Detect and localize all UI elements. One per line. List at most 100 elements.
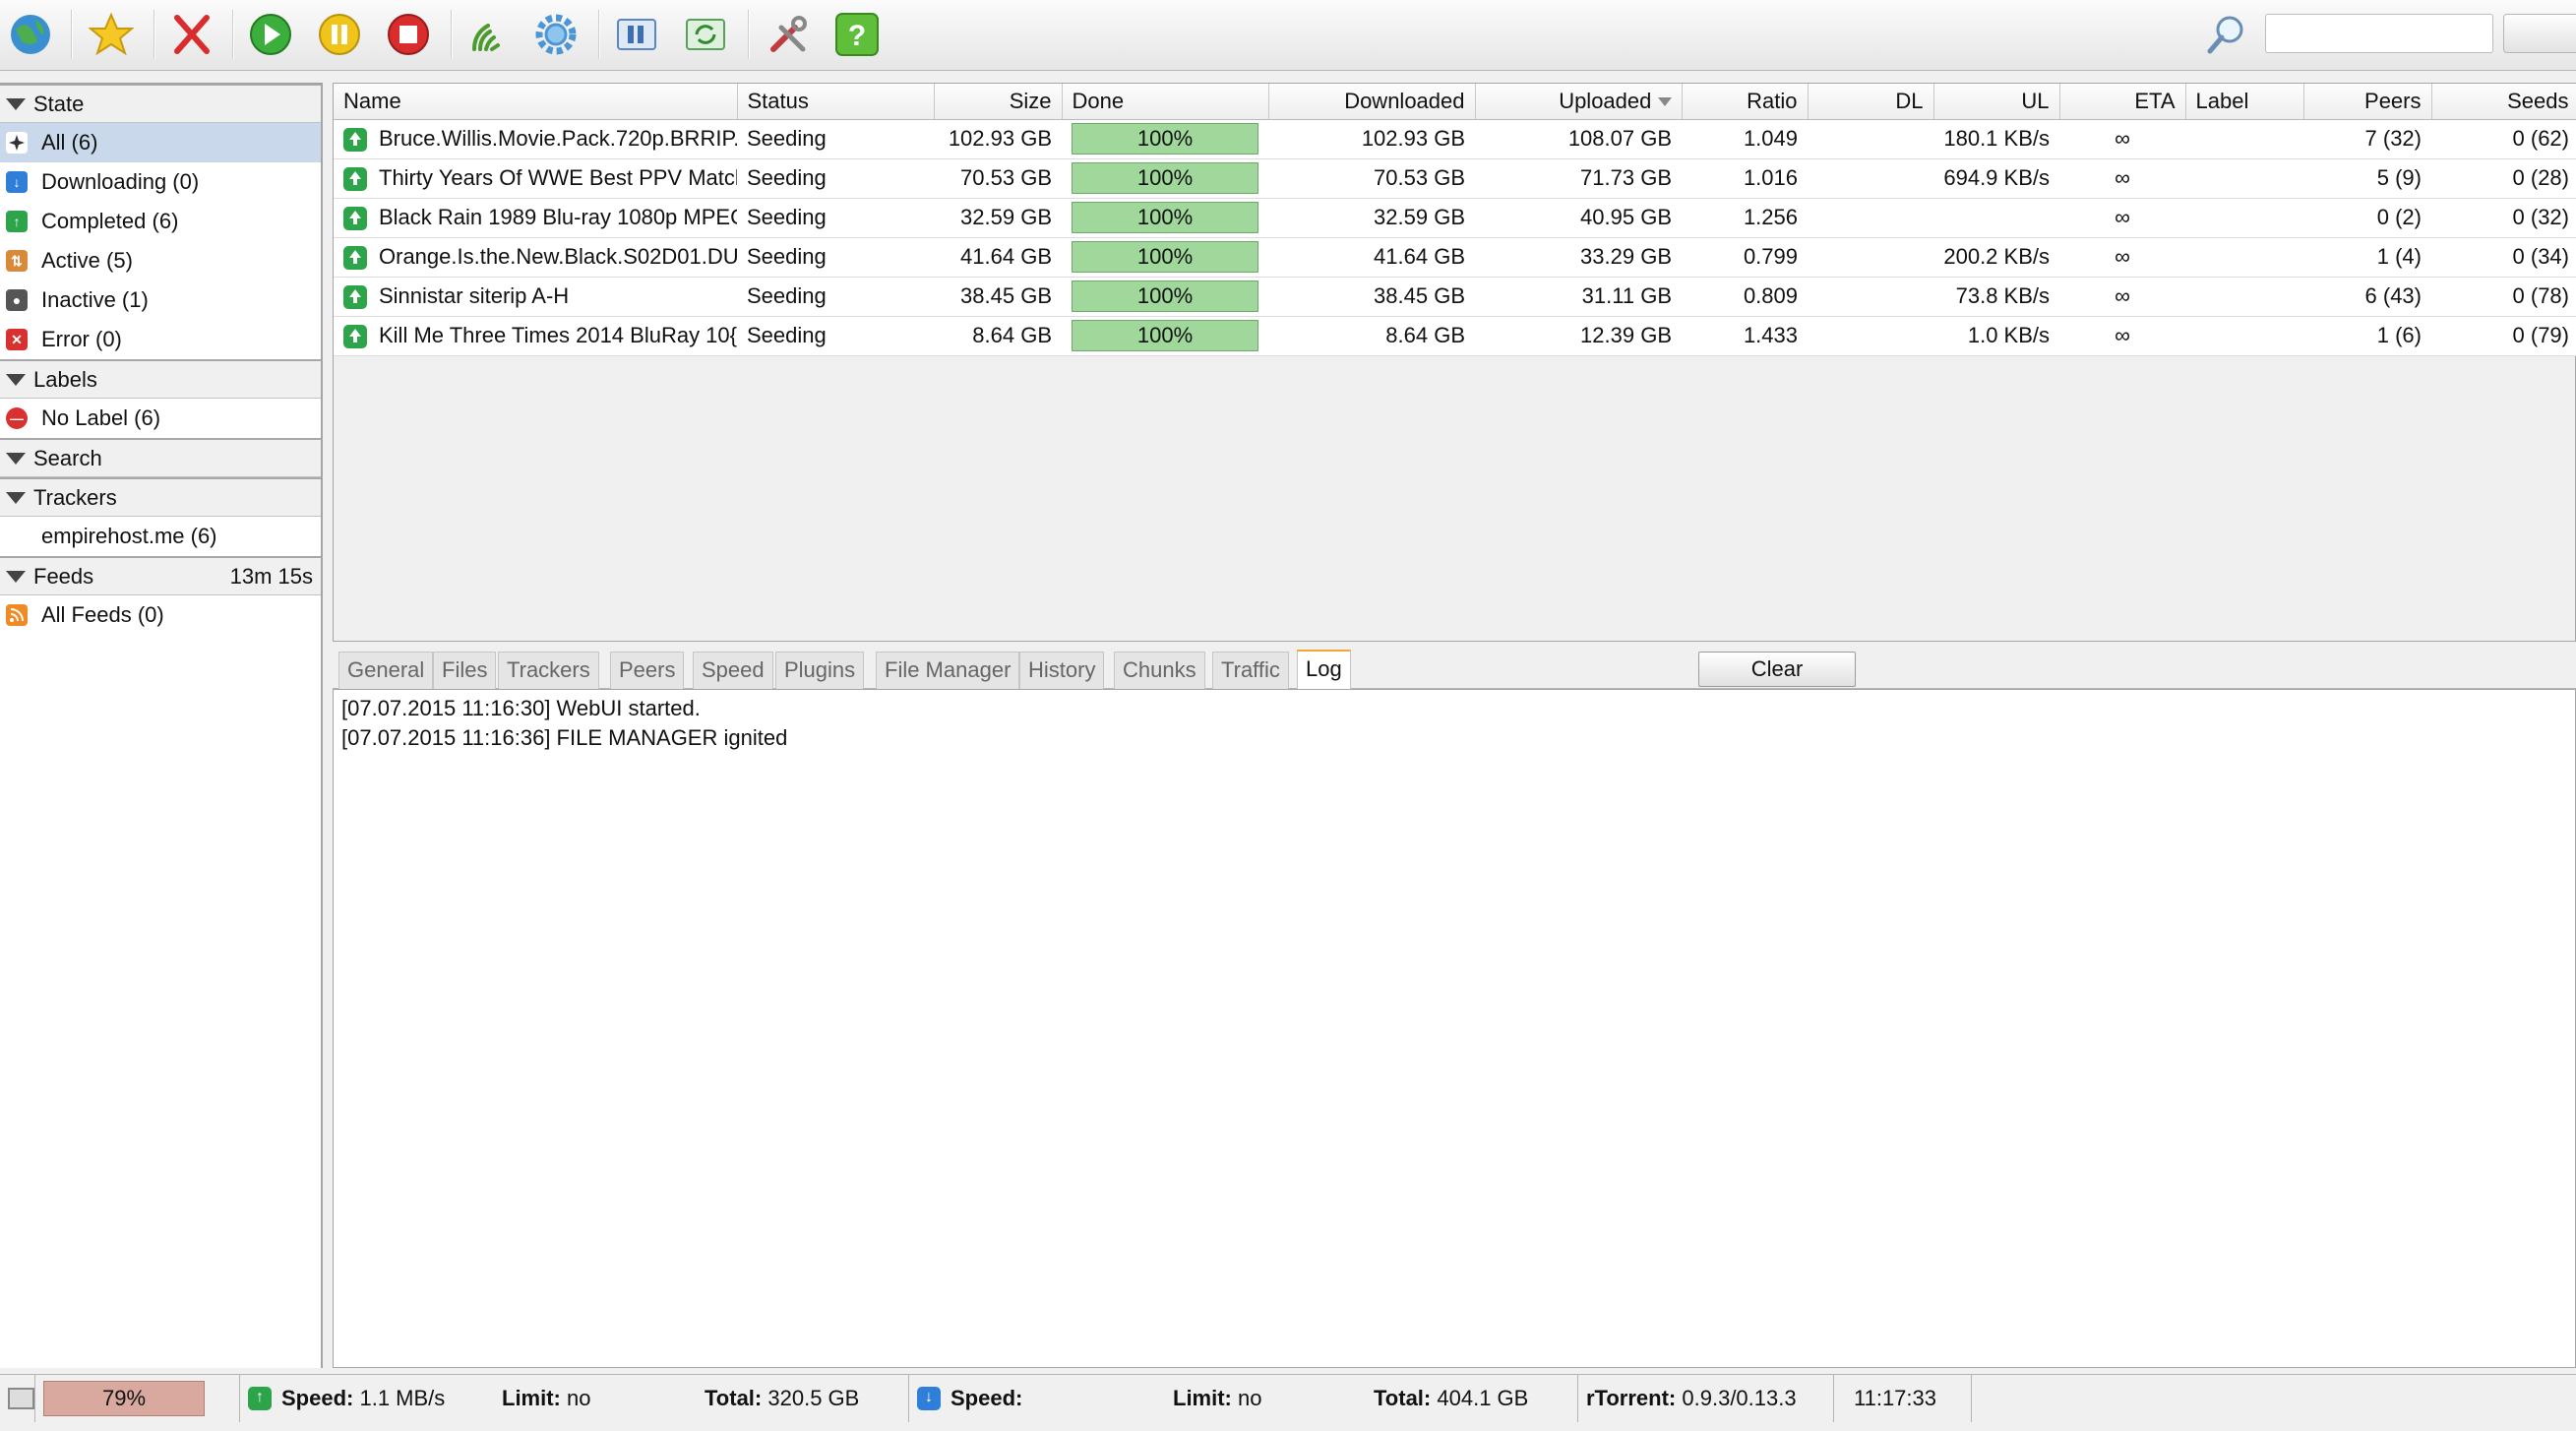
completed-icon: ↑	[6, 211, 28, 232]
help-button[interactable]: ?	[828, 6, 886, 63]
label-item-no-label[interactable]: — No Label (6)	[0, 399, 321, 438]
disk-usage-bar: 79%	[43, 1381, 205, 1416]
tab-history[interactable]: History	[1019, 652, 1105, 689]
search-button[interactable]	[2198, 6, 2255, 63]
search-engine-select[interactable]	[2503, 14, 2576, 53]
search-header[interactable]: Search	[0, 438, 321, 477]
col-seeds[interactable]: Seeds	[2431, 84, 2576, 120]
state-item-downloading[interactable]: ↓ Downloading (0)	[0, 162, 321, 202]
refresh-icon	[686, 19, 725, 50]
tab-peers[interactable]: Peers	[610, 652, 685, 689]
progress-bar: 100%	[1072, 280, 1258, 312]
pause-button[interactable]	[311, 6, 368, 63]
table-row[interactable]: Thirty Years Of WWE Best PPV Matcl Seedin…	[334, 158, 2576, 199]
tab-trackers[interactable]: Trackers	[498, 652, 599, 689]
cell-status: Seeding	[737, 237, 934, 278]
svg-text:?: ?	[848, 20, 866, 52]
clear-log-button[interactable]: Clear	[1698, 652, 1856, 687]
tab-traffic[interactable]: Traffic	[1212, 652, 1289, 689]
progress-bar: 100%	[1072, 320, 1258, 351]
table-row[interactable]: Black Rain 1989 Blu-ray 1080p MPEC Seedin…	[334, 198, 2576, 238]
col-done[interactable]: Done	[1062, 84, 1269, 120]
table-row[interactable]: Bruce.Willis.Movie.Pack.720p.BRRIP.I Seed…	[334, 119, 2576, 159]
cell-done: 100%	[1062, 277, 1268, 317]
cell-size: 41.64 GB	[934, 237, 1062, 278]
start-button[interactable]	[242, 6, 299, 63]
col-uploaded[interactable]: Uploaded	[1475, 84, 1683, 120]
col-name[interactable]: Name	[334, 84, 738, 120]
tab-speed[interactable]: Speed	[693, 652, 773, 689]
cell-seeds: 0 (28)	[2431, 158, 2576, 199]
progress-bar: 100%	[1072, 202, 1258, 233]
table-row[interactable]: Kill Me Three Times 2014 BluRay 10{Seedi…	[334, 316, 2576, 356]
star-icon	[89, 12, 134, 56]
cell-name: Black Rain 1989 Blu-ray 1080p MPEC	[334, 198, 737, 238]
tracker-item[interactable]: empirehost.me (6)	[0, 517, 321, 556]
torrent-list-pane: Name Status Size Done Downloaded Uploade…	[333, 83, 2576, 642]
labels-header[interactable]: Labels	[0, 359, 321, 399]
favorites-button[interactable]	[83, 6, 140, 63]
details-tabs: General Files Trackers Peers Speed Plugi…	[333, 648, 2576, 689]
state-item-completed[interactable]: ↑ Completed (6)	[0, 202, 321, 241]
cell-downloaded: 32.59 GB	[1268, 198, 1475, 238]
add-torrent-button[interactable]	[2, 6, 59, 63]
category-sidebar: State All (6) ↓ Downloading (0) ↑ Complete…	[0, 83, 323, 1368]
cell-seeds: 0 (78)	[2431, 277, 2576, 317]
dl-limit[interactable]: no	[567, 1386, 590, 1410]
state-item-inactive[interactable]: ● Inactive (1)	[0, 280, 321, 320]
upload-speed-icon: ↓	[917, 1387, 941, 1410]
tab-plugins[interactable]: Plugins	[775, 652, 865, 689]
tab-general[interactable]: General	[338, 652, 434, 689]
cell-label	[2185, 237, 2303, 278]
rss-button[interactable]	[460, 6, 518, 63]
tab-log[interactable]: Log	[1297, 650, 1351, 689]
play-icon	[250, 14, 291, 55]
col-downloaded[interactable]: Downloaded	[1268, 84, 1476, 120]
torrent-table: Name Status Size Done Downloaded Uploade…	[334, 84, 2576, 356]
feed-item-all[interactable]: All Feeds (0)	[0, 595, 321, 635]
cell-status: Seeding	[737, 277, 934, 317]
col-peers[interactable]: Peers	[2303, 84, 2432, 120]
refresh-button[interactable]	[677, 6, 734, 63]
cell-downloaded: 8.64 GB	[1268, 316, 1475, 356]
cell-seeds: 0 (32)	[2431, 198, 2576, 238]
tab-chunks[interactable]: Chunks	[1114, 652, 1205, 689]
cell-name: Sinnistar siterip A-H	[334, 277, 737, 317]
state-item-active[interactable]: ⇅ Active (5)	[0, 241, 321, 280]
pause-icon	[319, 14, 360, 55]
col-dl[interactable]: DL	[1808, 84, 1934, 120]
trackers-header[interactable]: Trackers	[0, 477, 321, 517]
cell-uploaded: 31.11 GB	[1475, 277, 1682, 317]
ul-limit[interactable]: no	[1238, 1386, 1261, 1410]
tab-file-manager[interactable]: File Manager	[876, 652, 1020, 689]
remove-button[interactable]	[163, 6, 220, 63]
state-item-all[interactable]: All (6)	[0, 123, 321, 162]
state-item-error[interactable]: ✕ Error (0)	[0, 320, 321, 359]
globe-icon	[11, 15, 50, 54]
plugins-button[interactable]	[760, 6, 817, 63]
cell-status: Seeding	[737, 316, 934, 356]
tab-files[interactable]: Files	[433, 652, 497, 689]
feeds-header[interactable]: Feeds 13m 15s	[0, 556, 321, 595]
settings-button[interactable]	[527, 6, 584, 63]
cell-dl	[1808, 198, 1933, 238]
table-row[interactable]: Sinnistar siterip A-H Seeding 38.45 GB 100%…	[334, 277, 2576, 317]
col-ratio[interactable]: Ratio	[1682, 84, 1809, 120]
progress-bar: 100%	[1072, 123, 1258, 155]
col-ul[interactable]: UL	[1933, 84, 2060, 120]
col-eta[interactable]: ETA	[2059, 84, 2186, 120]
stop-button[interactable]	[380, 6, 437, 63]
col-size[interactable]: Size	[934, 84, 1063, 120]
table-row[interactable]: Orange.Is.the.New.Black.S02D01.DU Seeding…	[334, 237, 2576, 278]
cell-size: 32.59 GB	[934, 198, 1062, 238]
seeding-icon	[343, 207, 367, 231]
log-pane: [07.07.2015 11:16:30] WebUI started. [07…	[333, 689, 2576, 1368]
state-header[interactable]: State	[0, 84, 321, 123]
status-toggle-button[interactable]	[0, 1375, 35, 1422]
toggle-panels-button[interactable]	[608, 6, 665, 63]
cell-ratio: 1.016	[1682, 158, 1808, 199]
cell-downloaded: 41.64 GB	[1268, 237, 1475, 278]
col-status[interactable]: Status	[737, 84, 935, 120]
search-input[interactable]	[2265, 14, 2493, 53]
col-label[interactable]: Label	[2185, 84, 2304, 120]
